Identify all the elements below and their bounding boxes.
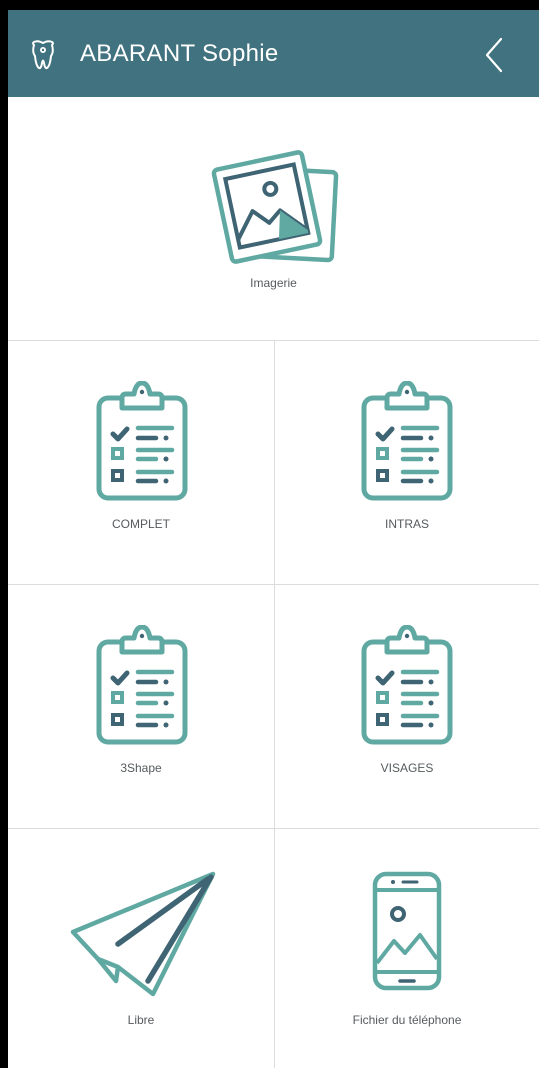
tile-fichier-telephone[interactable]: Fichier du téléphone	[275, 829, 539, 1068]
tile-label: 3Shape	[120, 761, 162, 775]
tile-visages[interactable]: VISAGES	[275, 585, 539, 828]
tooth-icon	[32, 40, 54, 70]
chevron-left-icon[interactable]	[479, 35, 509, 75]
tile-label: Libre	[127, 1013, 155, 1027]
tile-label: VISAGES	[380, 761, 434, 775]
photos-icon	[211, 150, 339, 264]
tile-label: Imagerie	[250, 276, 297, 290]
tile-imagerie[interactable]: Imagerie	[8, 98, 539, 340]
app-header: ABARANT Sophie	[8, 10, 539, 97]
paper-plane-icon	[70, 871, 216, 997]
app-screen: ABARANT Sophie Imagerie COMPLET INTRAS 3…	[8, 10, 539, 1068]
tile-intras[interactable]: INTRAS	[275, 341, 539, 584]
clipboard-checklist-icon	[357, 381, 457, 501]
clipboard-checklist-icon	[357, 625, 457, 745]
tile-label: COMPLET	[111, 517, 170, 531]
tile-3shape[interactable]: 3Shape	[8, 585, 274, 828]
divider	[274, 341, 275, 1068]
clipboard-checklist-icon	[92, 625, 192, 745]
tile-libre[interactable]: Libre	[8, 829, 274, 1068]
patient-name-title: ABARANT Sophie	[80, 40, 279, 67]
tile-complet[interactable]: COMPLET	[8, 341, 274, 584]
tile-label: INTRAS	[384, 517, 429, 531]
phone-gallery-icon	[372, 871, 442, 991]
tile-label: Fichier du téléphone	[352, 1013, 462, 1027]
clipboard-checklist-icon	[92, 381, 192, 501]
